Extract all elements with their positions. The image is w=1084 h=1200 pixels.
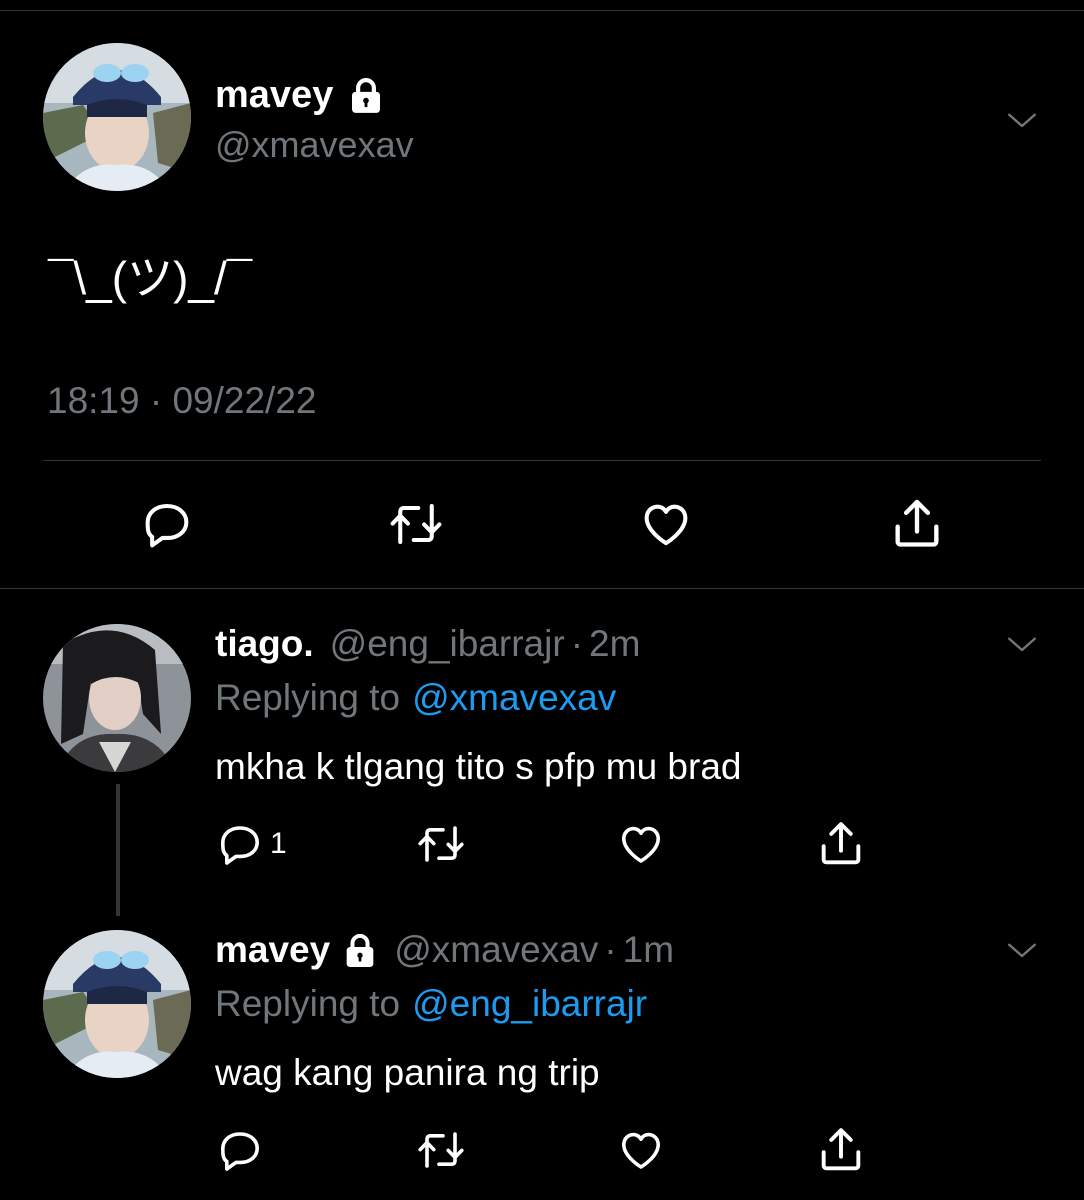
- avatar[interactable]: [43, 930, 191, 1078]
- share-icon[interactable]: [815, 817, 867, 869]
- handle[interactable]: @xmavexav: [215, 124, 414, 166]
- reply-text: mkha k tlgang tito s pfp mu brad: [215, 746, 742, 787]
- avatar-photo: [43, 43, 191, 191]
- display-name[interactable]: mavey: [215, 929, 330, 971]
- avatar-photo: [43, 624, 191, 772]
- separator-dot: ·: [570, 623, 584, 664]
- retweet-icon[interactable]: [413, 1126, 469, 1174]
- handle[interactable]: @xmavexav: [394, 929, 598, 971]
- display-name[interactable]: tiago.: [215, 623, 314, 665]
- display-name[interactable]: mavey: [215, 74, 333, 117]
- stats-divider: [43, 460, 1041, 461]
- like-icon[interactable]: [638, 497, 694, 551]
- lock-icon: [340, 930, 380, 970]
- like-icon[interactable]: [616, 1126, 666, 1174]
- avatar[interactable]: [43, 43, 191, 191]
- relative-time[interactable]: 2m: [589, 623, 640, 665]
- reply-text: wag kang panira ng trip: [215, 1052, 600, 1093]
- replying-to-label: Replying to: [215, 983, 401, 1024]
- retweet-icon[interactable]: [413, 820, 469, 868]
- reply-icon[interactable]: [216, 820, 264, 868]
- replying-to-handle[interactable]: @eng_ibarrajr: [412, 983, 647, 1025]
- reply-icon[interactable]: [140, 497, 194, 551]
- separator-dot: ·: [604, 929, 617, 970]
- reply-icon[interactable]: [216, 1126, 264, 1174]
- like-icon[interactable]: [616, 820, 666, 868]
- avatar[interactable]: [43, 624, 191, 772]
- timestamp: 18:19 · 09/22/22: [47, 380, 317, 421]
- top-divider: [0, 10, 1084, 11]
- share-icon[interactable]: [888, 494, 946, 552]
- reply-count: 1: [270, 827, 287, 860]
- replying-to-handle[interactable]: @xmavexav: [412, 677, 616, 719]
- retweet-icon[interactable]: [386, 497, 446, 551]
- avatar-photo: [43, 930, 191, 1078]
- lock-icon: [345, 74, 387, 116]
- section-divider: [0, 588, 1084, 589]
- share-icon[interactable]: [815, 1123, 867, 1175]
- handle[interactable]: @eng_ibarrajr: [330, 623, 565, 665]
- chevron-down-icon[interactable]: [1004, 932, 1040, 968]
- chevron-down-icon[interactable]: [1004, 626, 1040, 662]
- replying-to-label: Replying to: [215, 677, 401, 718]
- chevron-down-icon[interactable]: [1004, 102, 1040, 138]
- thread-line: [116, 784, 120, 916]
- relative-time[interactable]: 1m: [623, 929, 674, 971]
- tweet-text: ¯\_(ツ)_/¯: [48, 252, 253, 304]
